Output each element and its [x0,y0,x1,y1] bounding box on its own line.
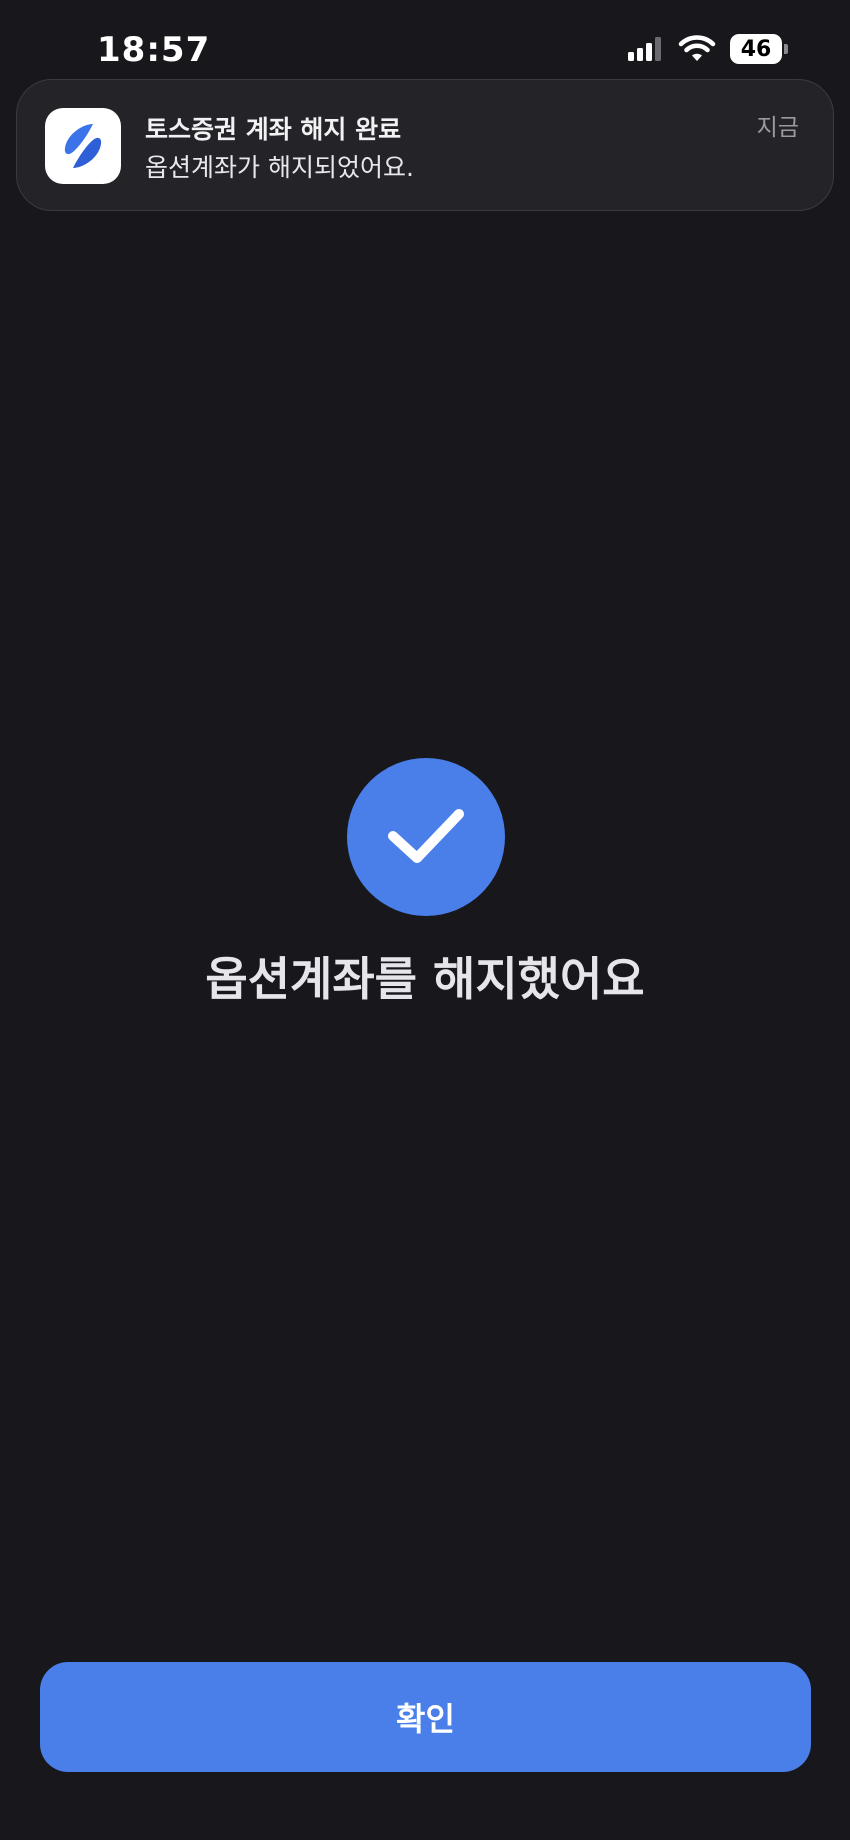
notification-title: 토스증권 계좌 해지 완료 [145,115,402,144]
screen: 18:57 46 토스증권 계좌 해지 완료 옵션계좌가 해지되었어요. 지금 … [0,0,850,1840]
notification-banner[interactable]: 토스증권 계좌 해지 완료 옵션계좌가 해지되었어요. 지금 [16,79,834,211]
notification-time: 지금 [756,115,799,141]
toss-logo-icon [64,124,102,168]
status-icons: 46 [628,34,788,64]
battery-level: 46 [730,34,783,64]
wifi-icon [678,35,716,61]
status-time: 18:57 [97,30,211,70]
success-message: 옵션계좌를 해지했어요 [205,952,645,1006]
toss-securities-app-icon [45,108,121,184]
check-circle-icon [347,758,505,916]
notification-body: 옵션계좌가 해지되었어요. [145,153,414,182]
battery-tip [784,44,788,54]
confirm-button[interactable]: 확인 [40,1662,811,1772]
signal-icon [628,37,661,61]
checkmark-icon [388,809,464,863]
battery-icon: 46 [730,34,788,64]
